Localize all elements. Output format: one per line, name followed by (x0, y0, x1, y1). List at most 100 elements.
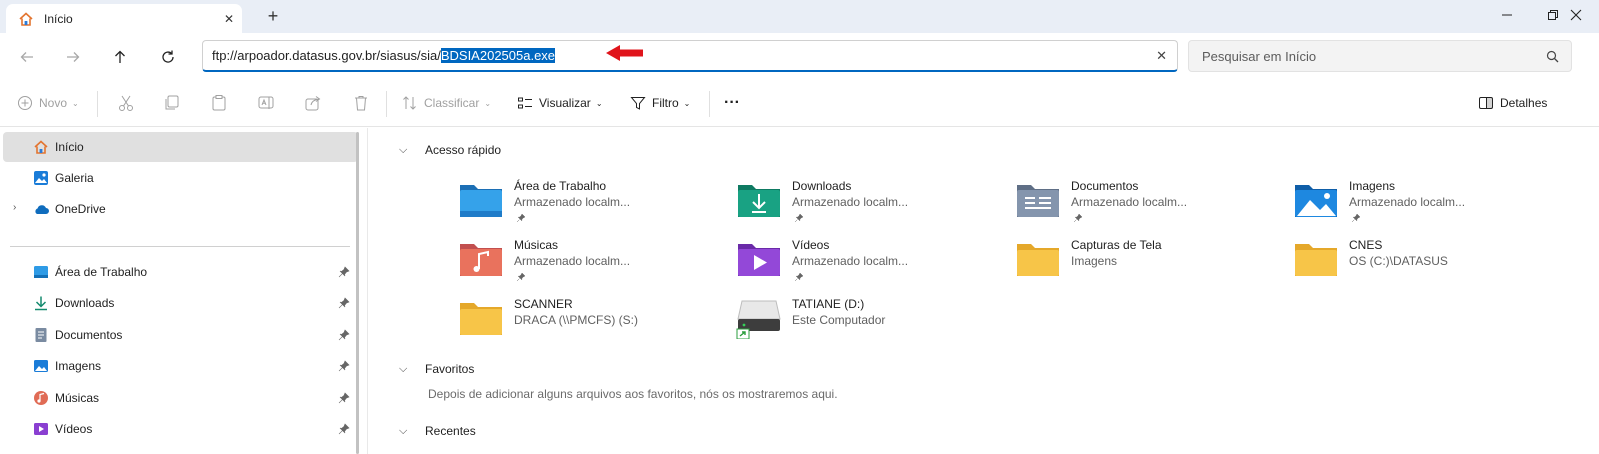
minimize-button[interactable] (1484, 0, 1530, 30)
address-clear-button[interactable]: ✕ (1156, 48, 1167, 64)
home-icon (34, 140, 48, 154)
close-icon (1570, 9, 1582, 21)
tile-name: Imagens (1349, 179, 1396, 193)
forward-button[interactable] (58, 43, 88, 71)
divider (709, 91, 710, 117)
sidebar-item-label: Downloads (55, 296, 115, 310)
back-button[interactable] (12, 43, 42, 71)
filter-button[interactable]: Filtro ⌄ (630, 92, 690, 114)
address-bar[interactable]: ftp://arpoador.datasus.gov.br/siasus/sia… (202, 40, 1178, 72)
sidebar-item-area-de-trabalho[interactable]: Área de Trabalho (3, 257, 358, 287)
details-button[interactable]: Detalhes (1478, 92, 1547, 114)
minimize-icon (1502, 14, 1512, 16)
pin-icon[interactable] (338, 297, 350, 309)
chevron-down-icon: ⌄ (72, 98, 79, 108)
copy-button[interactable] (163, 92, 181, 114)
sort-button[interactable]: Classificar ⌄ (402, 92, 491, 114)
pin-icon[interactable] (338, 266, 350, 278)
refresh-icon (162, 50, 174, 63)
tile-name: Músicas (514, 238, 559, 252)
delete-button[interactable] (352, 92, 370, 114)
tile-imagens[interactable]: Imagens Armazenado localm... (1293, 179, 1563, 231)
view-label: Visualizar (539, 96, 591, 110)
tile-musicas[interactable]: Músicas Armazenado localm... (458, 238, 728, 290)
drive-icon (736, 300, 781, 339)
sort-label: Classificar (424, 96, 480, 110)
tile-subtitle: Armazenado localm... (792, 254, 909, 268)
sidebar-item-musicas[interactable]: Músicas (3, 383, 358, 413)
tile-subtitle: Imagens (1071, 254, 1118, 268)
arrow-left-icon (20, 52, 33, 62)
chevron-down-icon: ⌄ (484, 98, 492, 108)
sidebar-item-label: Área de Trabalho (55, 265, 148, 279)
pin-icon (794, 272, 804, 282)
red-arrow-annotation (606, 45, 643, 61)
search-input[interactable]: Pesquisar em Início (1188, 40, 1572, 72)
sidebar-item-imagens[interactable]: Imagens (3, 351, 358, 381)
details-pane-icon (1479, 97, 1493, 109)
chevron-down-icon[interactable]: ⌵ (399, 144, 417, 157)
close-window-button[interactable] (1553, 0, 1599, 30)
tile-cnes[interactable]: CNES OS (C:)\DATASUS (1293, 238, 1563, 290)
sidebar-item-inicio[interactable]: Início (3, 132, 358, 162)
gallery-icon (34, 171, 48, 185)
more-options-button[interactable]: ··· (724, 92, 740, 114)
tile-downloads[interactable]: Downloads Armazenado localm... (736, 179, 1006, 231)
sidebar-item-label: Início (55, 140, 84, 154)
sidebar-item-downloads[interactable]: Downloads (3, 288, 358, 318)
section-title: Favoritos (425, 362, 475, 376)
tile-capturas-de-tela[interactable]: Capturas de Tela Imagens (1015, 238, 1285, 290)
sidebar-item-galeria[interactable]: Galeria (3, 163, 358, 193)
section-header-recent[interactable]: ⌵ Recentes (399, 424, 476, 438)
sidebar-scrollbar[interactable] (356, 132, 359, 454)
documents-folder-icon (1017, 185, 1059, 217)
tile-name: Documentos (1071, 179, 1139, 193)
onedrive-cloud-icon (35, 205, 49, 214)
downloads-folder-icon (738, 185, 780, 217)
tab-close-button[interactable]: ✕ (216, 12, 242, 26)
sidebar-item-documentos[interactable]: Documentos (3, 320, 358, 350)
up-button[interactable] (105, 43, 135, 71)
cut-button[interactable] (117, 92, 135, 114)
pin-icon[interactable] (338, 329, 350, 341)
pin-icon[interactable] (338, 392, 350, 404)
sidebar-item-label: Documentos (55, 328, 123, 342)
refresh-button[interactable] (153, 43, 183, 71)
section-header-quick-access[interactable]: ⌵ Acesso rápido (399, 143, 501, 157)
tile-name: Vídeos (792, 238, 830, 252)
new-tab-button[interactable]: + (262, 6, 284, 28)
tab-inicio[interactable]: Início ✕ (6, 4, 242, 33)
pin-icon (516, 272, 526, 282)
tile-scanner[interactable]: SCANNER DRACA (\\PMCFS) (S:) (458, 297, 728, 349)
tile-documentos[interactable]: Documentos Armazenado localm... (1015, 179, 1285, 231)
folder-icon (1017, 244, 1059, 276)
address-path: ftp://arpoador.datasus.gov.br/siasus/sia… (212, 48, 441, 63)
section-header-favorites[interactable]: ⌵ Favoritos (399, 362, 474, 376)
desktop-folder-icon (460, 185, 502, 217)
tile-subtitle: Armazenado localm... (1349, 195, 1466, 209)
tile-name: Capturas de Tela (1071, 238, 1162, 252)
main-content: ⌵ Acesso rápido Área de Trabalho Armazen… (369, 128, 1599, 454)
desktop-folder-icon (34, 266, 48, 278)
chevron-down-icon: ⌄ (595, 98, 603, 108)
share-button[interactable] (304, 92, 322, 114)
paste-button[interactable] (210, 92, 228, 114)
sidebar-item-label: Vídeos (55, 422, 93, 436)
sidebar-item-onedrive[interactable]: › OneDrive (3, 194, 358, 224)
details-label: Detalhes (1500, 96, 1548, 110)
tile-tatiane-drive[interactable]: TATIANE (D:) Este Computador (736, 297, 1006, 349)
chevron-down-icon[interactable]: ⌵ (399, 363, 417, 376)
chevron-right-icon[interactable]: › (13, 202, 16, 213)
view-button[interactable]: Visualizar ⌄ (517, 92, 603, 114)
pin-icon[interactable] (338, 360, 350, 372)
pin-icon[interactable] (338, 423, 350, 435)
chevron-down-icon: ⌄ (683, 98, 691, 108)
sidebar-item-videos[interactable]: Vídeos (3, 414, 358, 444)
view-icon (518, 97, 532, 109)
tile-area-de-trabalho[interactable]: Área de Trabalho Armazenado localm... (458, 179, 728, 231)
tile-name: SCANNER (514, 297, 573, 311)
chevron-down-icon[interactable]: ⌵ (399, 425, 417, 438)
new-button[interactable]: Novo ⌄ (17, 92, 79, 114)
rename-button[interactable] (257, 92, 275, 114)
tile-videos[interactable]: Vídeos Armazenado localm... (736, 238, 1006, 290)
